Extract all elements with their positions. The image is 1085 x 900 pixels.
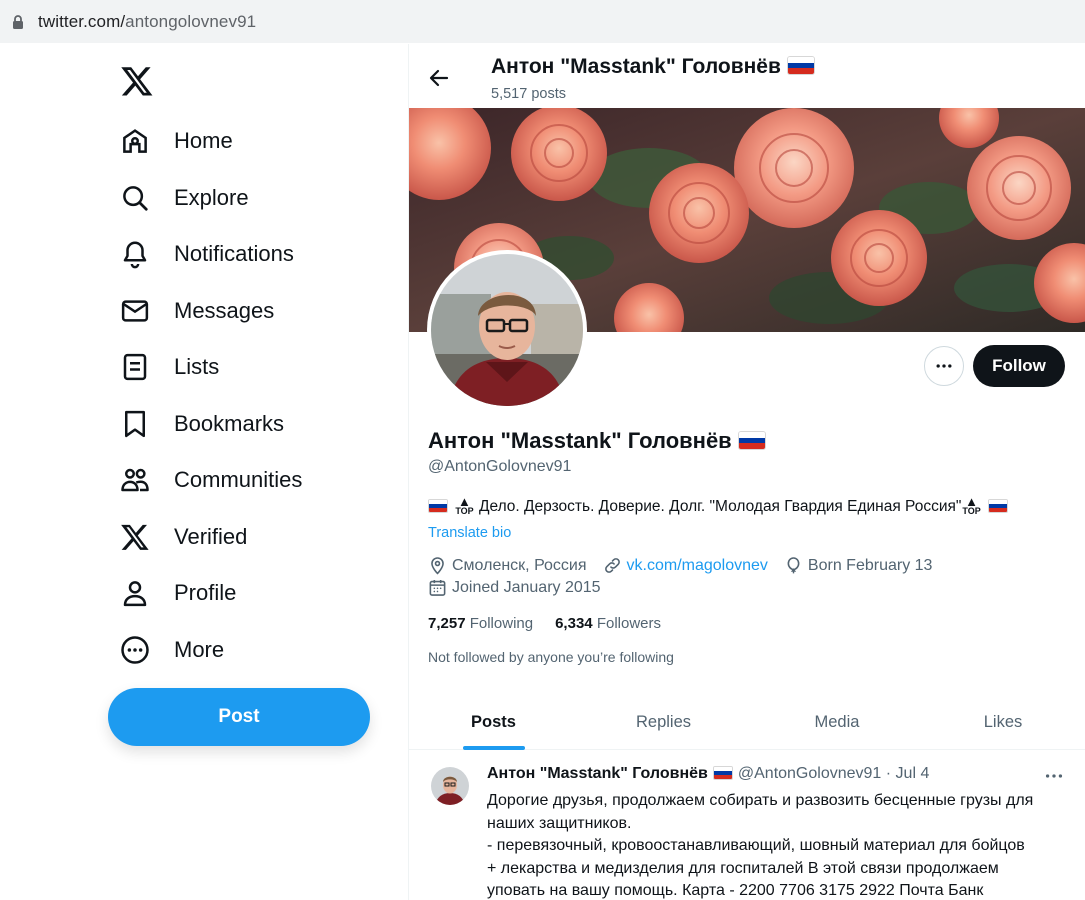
profile-website-link[interactable]: vk.com/magolovnev xyxy=(627,557,768,575)
sidebar-item-label: Profile xyxy=(174,580,237,605)
profile-avatar[interactable] xyxy=(427,250,587,410)
more-horizontal-icon xyxy=(936,364,952,368)
sidebar-item-label: Notifications xyxy=(174,241,294,266)
profile-handle: @AntonGolovnev91 xyxy=(428,458,572,475)
sidebar-item-more[interactable]: More xyxy=(110,626,234,674)
sidebar-item-label: Lists xyxy=(174,354,220,379)
profile-more-button[interactable] xyxy=(924,346,964,386)
sidebar-item-bookmarks[interactable]: Bookmarks xyxy=(110,400,294,448)
search-icon xyxy=(123,186,148,211)
url-field[interactable]: twitter.com/antongolovnev91 xyxy=(0,0,1085,43)
sidebar-item-label: Verified xyxy=(174,524,248,549)
profile-stats: 7,257 Following 6,334 Followers xyxy=(428,615,683,632)
not-followed-note: Not followed by anyone you’re following xyxy=(428,649,674,665)
profile-joined: Joined January 2015 xyxy=(428,578,601,597)
sidebar-item-label: Bookmarks xyxy=(174,411,285,436)
tweet-more-icon[interactable] xyxy=(1043,765,1065,787)
profile-column: Антон "Masstank" Головнёв 5,517 posts Fo… xyxy=(408,44,1085,900)
post-button[interactable]: Post xyxy=(108,688,370,746)
russia-flag-icon xyxy=(786,56,815,75)
tweet-author[interactable]: Антон "Masstank" Головнёв xyxy=(487,765,708,782)
balloon-icon xyxy=(787,557,800,574)
profile-name: Антон "Masstank" Головнёв xyxy=(428,428,766,454)
russia-flag-icon xyxy=(737,431,766,450)
profile-location: Смоленск, Россия xyxy=(452,556,587,574)
tab-likes[interactable]: Likes xyxy=(925,694,1081,750)
avatar-photo xyxy=(431,254,583,406)
profile-header-bar: Антон "Masstank" Головнёв 5,517 posts xyxy=(409,44,1085,108)
x-logo-icon xyxy=(121,524,149,550)
sidebar-item-communities[interactable]: Communities xyxy=(110,456,312,504)
sidebar-item-profile[interactable]: Profile xyxy=(110,569,246,617)
followers-link[interactable]: 6,334 Followers xyxy=(555,615,661,632)
home-icon xyxy=(123,129,147,153)
location-pin-icon xyxy=(431,557,444,575)
tweet-meta: @AntonGolovnev91 · Jul 4 xyxy=(737,765,930,782)
lock-icon xyxy=(13,15,23,29)
tab-posts[interactable]: Posts xyxy=(409,694,578,750)
profile-birthday: Born February 13 xyxy=(807,556,933,574)
russia-flag-icon xyxy=(988,499,1009,513)
russia-flag-icon xyxy=(428,499,448,513)
profile-bio: ▲ TOP Дело. Дерзость. Доверие. Долг. "Мол… xyxy=(428,494,1010,516)
sidebar-item-label: Explore xyxy=(174,185,249,210)
top-arrow-icon: ▲ TOP xyxy=(962,494,981,516)
header-post-count: 5,517 posts xyxy=(491,86,566,102)
left-sidebar: Home Explore Notifications Messages List… xyxy=(0,44,408,900)
follow-button[interactable]: Follow xyxy=(973,345,1065,387)
url-text: twitter.com/antongolovnev91 xyxy=(38,12,257,31)
back-arrow-icon[interactable] xyxy=(427,66,451,90)
active-tab-indicator xyxy=(462,746,525,750)
calendar-icon xyxy=(429,579,446,596)
sidebar-item-notifications[interactable]: Notifications xyxy=(110,230,304,278)
tweet-header: Антон "Masstank" Головнёв @AntonGolovnev9… xyxy=(487,765,929,783)
more-circle-icon xyxy=(121,636,149,664)
bookmark-icon xyxy=(125,410,145,438)
translate-bio-link[interactable]: Translate bio xyxy=(428,525,511,541)
profile-tabs: Posts Replies Media Likes xyxy=(409,694,1085,750)
x-logo-icon[interactable] xyxy=(120,64,154,98)
sidebar-item-label: Communities xyxy=(174,467,303,492)
tweet-item[interactable]: Антон "Masstank" Головнёв @AntonGolovnev9… xyxy=(409,751,1085,900)
tab-media[interactable]: Media xyxy=(749,694,925,750)
sidebar-item-lists[interactable]: Lists xyxy=(110,343,229,391)
link-icon xyxy=(604,558,620,573)
tweet-avatar[interactable] xyxy=(431,767,469,805)
bell-icon xyxy=(123,241,147,269)
following-link[interactable]: 7,257 Following xyxy=(428,615,533,632)
header-title: Антон "Masstank" Головнёв xyxy=(491,55,815,79)
tab-replies[interactable]: Replies xyxy=(578,694,749,750)
sidebar-item-label: More xyxy=(174,637,225,662)
russia-flag-icon xyxy=(712,766,733,780)
profile-meta: Смоленск, Россия vk.com/magolovnev Born … xyxy=(428,556,948,575)
sidebar-item-home[interactable]: Home xyxy=(110,117,243,165)
browser-address-bar: twitter.com/antongolovnev91 xyxy=(0,0,1085,44)
envelope-icon xyxy=(121,300,149,322)
sidebar-item-verified[interactable]: Verified xyxy=(110,513,257,561)
sidebar-item-label: Messages xyxy=(174,298,275,323)
sidebar-item-messages[interactable]: Messages xyxy=(110,287,284,335)
top-arrow-icon: ▲ TOP xyxy=(455,494,474,516)
tweet-text: Дорогие друзья, продолжаем собирать и ра… xyxy=(487,792,1034,899)
list-icon xyxy=(123,353,147,381)
person-icon xyxy=(123,581,147,607)
sidebar-item-explore[interactable]: Explore xyxy=(110,174,259,222)
people-icon xyxy=(121,468,149,492)
sidebar-item-label: Home xyxy=(174,128,233,153)
